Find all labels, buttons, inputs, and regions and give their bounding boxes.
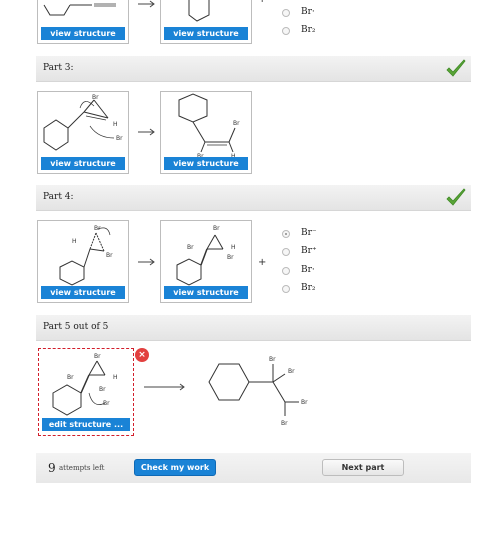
- part3-title: Part 3:: [43, 63, 74, 73]
- part4-product-box: Br Br H Br view structure: [160, 220, 252, 303]
- svg-text:Br: Br: [227, 254, 234, 261]
- product-label: Br: [301, 399, 308, 406]
- part5-edit-structure-button[interactable]: edit structure ...: [42, 418, 130, 431]
- part4-option-2[interactable]: Br⁺: [282, 246, 342, 260]
- next-part-button[interactable]: Next part: [322, 459, 404, 476]
- part5-edit-box[interactable]: Br Br H Br Br edit structure ...: [38, 348, 134, 436]
- svg-text:Br: Br: [106, 252, 113, 259]
- part3-reactant-box: Br H Br view structure: [37, 91, 129, 174]
- radio-button[interactable]: [282, 267, 290, 275]
- part5-product-structure: Br Br Br Br: [208, 356, 308, 427]
- part3-reactant-view-button[interactable]: view structure: [41, 157, 125, 170]
- part2-product-box: view structure: [160, 0, 252, 44]
- part4-option-3[interactable]: Br·: [282, 265, 342, 279]
- attempts-label: attempts left: [59, 464, 105, 472]
- svg-text:H: H: [72, 238, 77, 245]
- part5-header: Part 5 out of 5: [36, 315, 471, 341]
- part4-title: Part 4:: [43, 192, 74, 202]
- check-my-work-button[interactable]: Check my work: [134, 459, 216, 476]
- svg-text:H: H: [113, 121, 118, 128]
- product-label: Br: [288, 368, 295, 375]
- svg-text:Br: Br: [67, 374, 74, 381]
- part3-product-box: Br Br H view structure: [160, 91, 252, 174]
- part4-option-4[interactable]: Br₂: [282, 283, 342, 297]
- option-label: Br·: [301, 265, 315, 275]
- option-label: Br₂: [301, 283, 316, 293]
- part2-option-2[interactable]: Br₂: [282, 25, 342, 39]
- close-icon[interactable]: ×: [135, 348, 149, 362]
- checkmark-icon: [446, 188, 466, 206]
- footer-bar: 9 attempts left Check my work Next part: [36, 453, 471, 483]
- part2-option-1[interactable]: Br·: [282, 7, 342, 21]
- part2-product-view-button[interactable]: view structure: [164, 27, 248, 40]
- part4-option-1[interactable]: Br⁻: [282, 228, 342, 242]
- part5-title: Part 5 out of 5: [43, 322, 109, 332]
- part4-reactant-view-button[interactable]: view structure: [41, 286, 125, 299]
- svg-text:H: H: [113, 374, 118, 381]
- part2-reactant-view-button[interactable]: view structure: [41, 27, 125, 40]
- radio-button[interactable]: [282, 248, 290, 256]
- radio-button[interactable]: [282, 285, 290, 293]
- part4-header: Part 4:: [36, 185, 471, 211]
- plus-sign: +: [258, 0, 266, 5]
- part2-reactant-box: view structure: [37, 0, 129, 44]
- svg-text:H: H: [231, 244, 236, 251]
- part4-reactant-box: Br H Br view structure: [37, 220, 129, 303]
- svg-text:Br: Br: [233, 120, 240, 127]
- reaction-arrow: [144, 383, 185, 391]
- option-label: Br⁺: [301, 246, 317, 256]
- svg-text:Br: Br: [116, 135, 123, 142]
- reaction-arrow: [138, 0, 155, 8]
- plus-sign: +: [258, 257, 267, 268]
- attempts-count: 9: [48, 461, 56, 475]
- reaction-arrow: [138, 258, 155, 266]
- svg-text:Br: Br: [94, 353, 101, 360]
- product-label: Br: [269, 356, 276, 363]
- svg-text:Br: Br: [213, 225, 220, 232]
- part3-header: Part 3:: [36, 56, 471, 82]
- option-label: Br·: [301, 7, 315, 17]
- part4-product-view-button[interactable]: view structure: [164, 286, 248, 299]
- radio-button[interactable]: [282, 230, 290, 238]
- svg-text:Br: Br: [99, 386, 106, 393]
- checkmark-icon: [446, 59, 466, 77]
- product-label: Br: [281, 420, 288, 427]
- reaction-arrow: [138, 128, 155, 136]
- option-label: Br⁻: [301, 228, 317, 238]
- option-label: Br₂: [301, 25, 316, 35]
- svg-text:Br: Br: [187, 244, 194, 251]
- part3-product-view-button[interactable]: view structure: [164, 157, 248, 170]
- svg-text:Br: Br: [92, 94, 99, 101]
- radio-button[interactable]: [282, 27, 290, 35]
- radio-button[interactable]: [282, 9, 290, 17]
